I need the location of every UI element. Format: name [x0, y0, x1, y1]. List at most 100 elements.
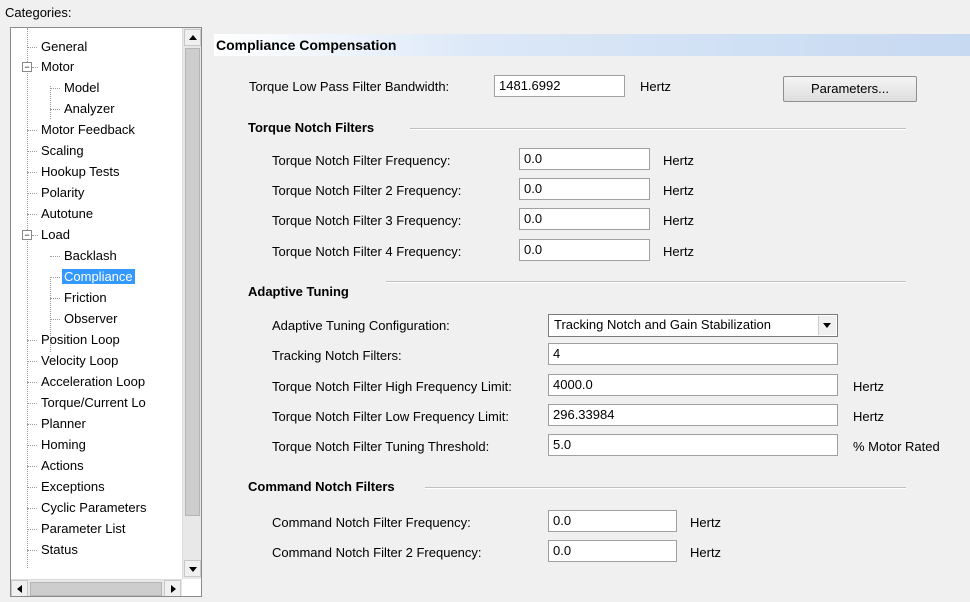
tree-connector [27, 487, 37, 488]
adaptive-config-label: Adaptive Tuning Configuration: [272, 318, 450, 333]
notch-f4-unit: Hertz [663, 244, 695, 259]
tree-item-observer[interactable]: Observer [50, 309, 119, 329]
tree-item-label: Status [41, 542, 78, 557]
tree-item-label: Acceleration Loop [41, 374, 146, 389]
command-f2-field[interactable]: 0.0 [548, 540, 677, 562]
adaptive-config-value: Tracking Notch and Gain Stabilization [554, 317, 772, 332]
tree-item-model[interactable]: Model [50, 78, 101, 98]
tree-item-position-loop[interactable]: Position Loop [27, 330, 122, 350]
tree-item-backlash[interactable]: Backlash [50, 246, 119, 266]
tree-item-label: Position Loop [41, 332, 120, 347]
tree-item-status[interactable]: Status [27, 540, 80, 560]
scroll-left-button[interactable] [11, 580, 28, 596]
command-f1-field[interactable]: 0.0 [548, 510, 677, 532]
tree-connector [32, 67, 38, 68]
scroll-up-button[interactable] [184, 29, 201, 46]
tree-item-motor-feedback[interactable]: Motor Feedback [27, 120, 137, 140]
collapse-icon[interactable]: − [22, 62, 32, 72]
high-freq-limit-field[interactable]: 4000.0 [548, 374, 838, 396]
tree-item-torque-current-loop[interactable]: Torque/Current Lo [27, 393, 148, 413]
tree-connector [50, 88, 60, 89]
notch-f1-unit: Hertz [663, 153, 695, 168]
scroll-thumb[interactable] [30, 582, 162, 596]
high-freq-limit-unit: Hertz [853, 379, 885, 394]
parameters-button[interactable]: Parameters... [783, 76, 917, 102]
tree-item-homing[interactable]: Homing [27, 435, 88, 455]
tree-item-hookup-tests[interactable]: Hookup Tests [27, 162, 122, 182]
low-freq-limit-label: Torque Notch Filter Low Frequency Limit: [272, 409, 509, 424]
notch-f1-label: Torque Notch Filter Frequency: [272, 153, 451, 168]
tuning-threshold-field[interactable]: 5.0 [548, 434, 838, 456]
tree-item-label: Parameter List [41, 521, 126, 536]
section-divider [386, 281, 906, 283]
categories-label: Categories: [5, 5, 72, 20]
tree-connector [27, 172, 37, 173]
section-divider [425, 487, 906, 489]
scroll-right-button[interactable] [164, 580, 181, 596]
notch-f3-field[interactable]: 0.0 [519, 208, 650, 230]
tree-item-label: Velocity Loop [41, 353, 119, 368]
category-tree[interactable]: General − Motor Model Analyzer Motor Fee… [10, 27, 202, 597]
dropdown-button[interactable] [818, 316, 836, 335]
tree-item-autotune[interactable]: Autotune [27, 204, 95, 224]
tree-horizontal-scrollbar[interactable] [11, 579, 182, 596]
tree-item-acceleration-loop[interactable]: Acceleration Loop [27, 372, 147, 392]
tree-item-polarity[interactable]: Polarity [27, 183, 86, 203]
tree-item-load[interactable]: − Load [22, 225, 72, 245]
command-f2-label: Command Notch Filter 2 Frequency: [272, 545, 482, 560]
tree-connector [32, 235, 38, 236]
bandwidth-field[interactable]: 1481.6992 [494, 75, 625, 97]
bandwidth-unit: Hertz [640, 79, 672, 94]
notch-f1-field[interactable]: 0.0 [519, 148, 650, 170]
section-header-bar: Compliance Compensation [214, 34, 970, 56]
tree-item-label: General [41, 39, 88, 54]
tracking-notch-field[interactable]: 4 [548, 343, 838, 365]
tree-item-friction[interactable]: Friction [50, 288, 109, 308]
tree-connector [27, 193, 37, 194]
collapse-icon[interactable]: − [22, 230, 32, 240]
tree-connector [27, 382, 37, 383]
tree-item-actions[interactable]: Actions [27, 456, 86, 476]
tree-item-general[interactable]: General [27, 37, 89, 57]
tree-item-analyzer[interactable]: Analyzer [50, 99, 117, 119]
arrow-right-icon [171, 585, 176, 593]
tree-item-cyclic-parameters[interactable]: Cyclic Parameters [27, 498, 148, 518]
low-freq-limit-field[interactable]: 296.33984 [548, 404, 838, 426]
tree-item-label: Motor [41, 59, 75, 74]
tree-item-exceptions[interactable]: Exceptions [27, 477, 107, 497]
tree-item-label: Polarity [41, 185, 85, 200]
tree-item-motor[interactable]: − Motor [22, 57, 76, 77]
notch-f2-field[interactable]: 0.0 [519, 178, 650, 200]
tree-item-label: Homing [41, 437, 86, 452]
tree-connector [50, 319, 60, 320]
tree-connector [27, 529, 37, 530]
tuning-threshold-unit: % Motor Rated [853, 439, 940, 454]
tree-item-planner[interactable]: Planner [27, 414, 88, 434]
tree-connector [27, 550, 37, 551]
tree-item-label: Autotune [41, 206, 94, 221]
tree-item-velocity-loop[interactable]: Velocity Loop [27, 351, 120, 371]
tree-connector [27, 424, 37, 425]
notch-f4-label: Torque Notch Filter 4 Frequency: [272, 244, 462, 259]
tree-connector [27, 340, 37, 341]
tree-item-label: Scaling [41, 143, 84, 158]
command-notch-section-title: Command Notch Filters [248, 479, 395, 494]
scroll-down-button[interactable] [184, 560, 201, 577]
tree-item-compliance[interactable]: Compliance [50, 267, 135, 287]
command-f1-unit: Hertz [690, 515, 722, 530]
tree-vertical-scrollbar[interactable] [182, 28, 201, 579]
tree-item-parameter-list[interactable]: Parameter List [27, 519, 128, 539]
tree-item-label: Planner [41, 416, 86, 431]
tree-item-scaling[interactable]: Scaling [27, 141, 86, 161]
torque-notch-section-title: Torque Notch Filters [248, 120, 375, 135]
notch-f4-field[interactable]: 0.0 [519, 239, 650, 261]
tree-item-label: Model [64, 80, 100, 95]
notch-f2-unit: Hertz [663, 183, 695, 198]
adaptive-config-select[interactable]: Tracking Notch and Gain Stabilization [548, 314, 838, 337]
command-f1-label: Command Notch Filter Frequency: [272, 515, 471, 530]
tree-item-label: Load [41, 227, 70, 242]
tree-item-label: Backlash [64, 248, 117, 263]
tree-item-label: Cyclic Parameters [41, 500, 147, 515]
scroll-thumb[interactable] [185, 48, 200, 516]
tree-connector [27, 214, 37, 215]
